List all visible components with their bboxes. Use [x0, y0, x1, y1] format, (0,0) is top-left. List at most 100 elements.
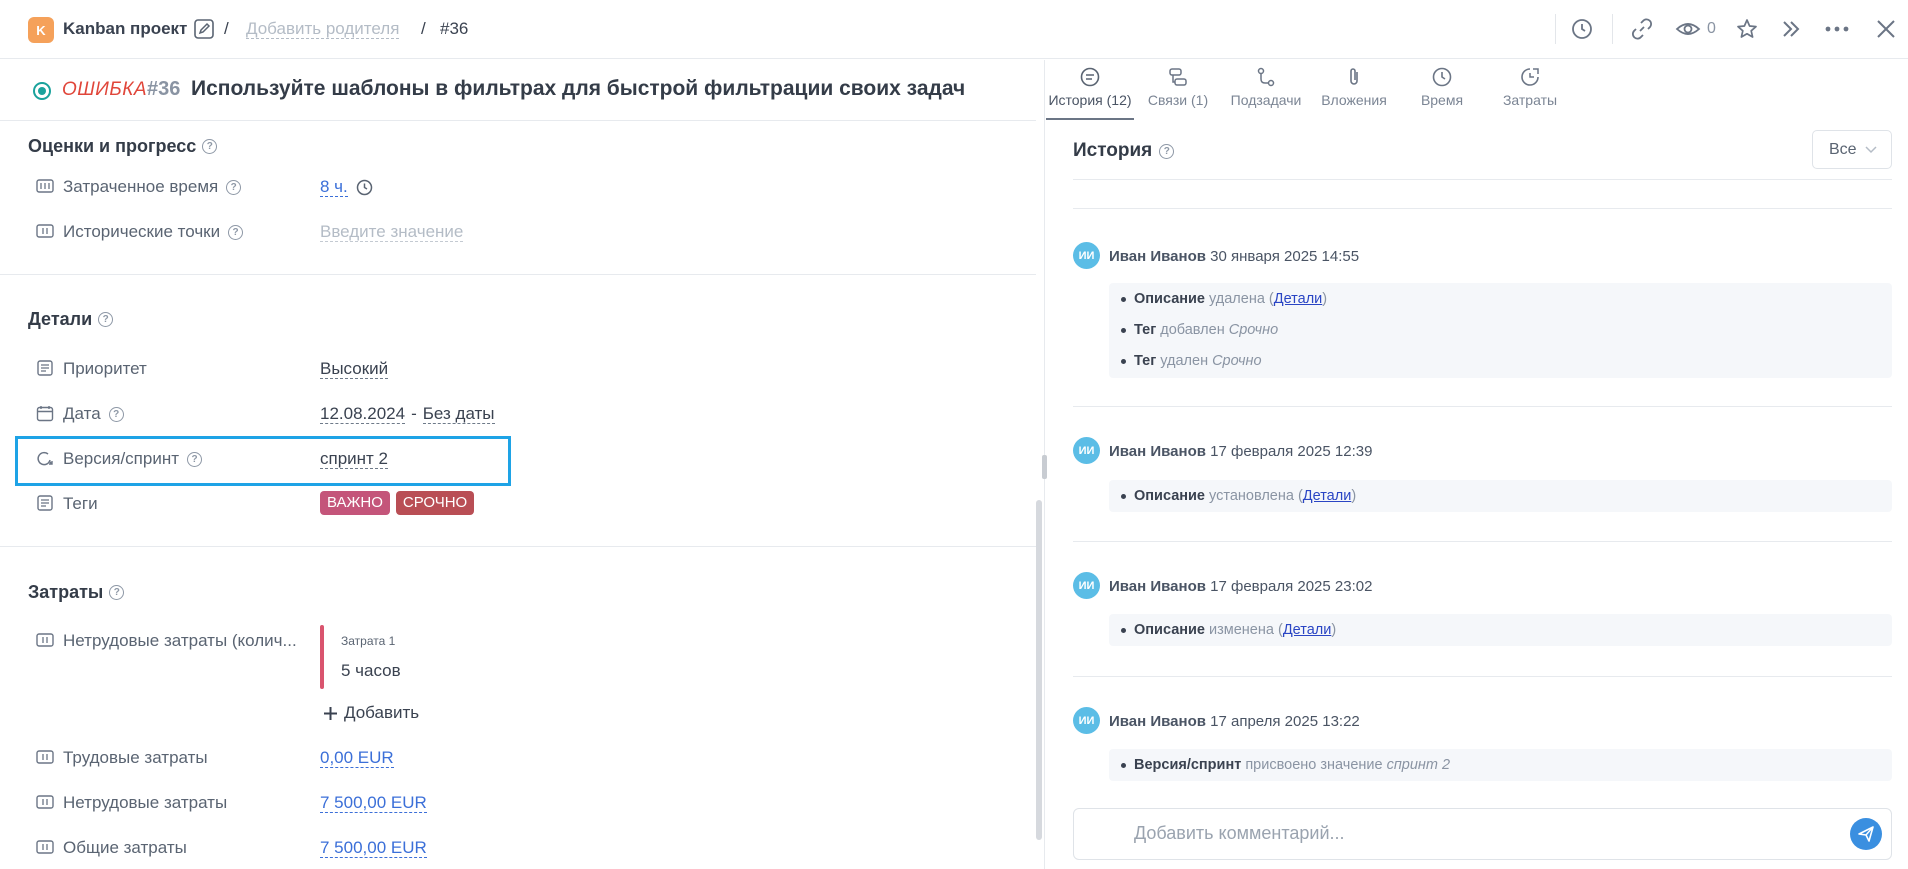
eye-icon[interactable]	[1675, 18, 1701, 40]
tab-links[interactable]: Связи (1)	[1134, 60, 1222, 120]
history-author[interactable]: Иван Иванов	[1109, 713, 1206, 730]
details-link[interactable]: Детали	[1274, 291, 1323, 307]
date-end[interactable]: Без даты	[422, 404, 495, 424]
send-comment-button[interactable]	[1850, 818, 1882, 850]
edit-icon[interactable]	[193, 18, 215, 40]
details-link[interactable]: Детали	[1283, 622, 1332, 638]
costs-icon	[1519, 66, 1541, 88]
avatar[interactable]: ИИ	[1073, 242, 1100, 269]
spent-time-value[interactable]: 8 ч.	[320, 177, 373, 197]
sprint-value[interactable]: спринт 2	[320, 449, 389, 469]
comment-placeholder[interactable]: Добавить комментарий...	[1134, 823, 1345, 844]
tab-attachments[interactable]: Вложения	[1310, 60, 1398, 120]
date-start[interactable]: 12.08.2024	[320, 404, 406, 424]
status-icon[interactable]	[32, 81, 52, 101]
number-field-icon	[36, 839, 54, 855]
pane-resize-handle[interactable]	[1042, 455, 1047, 479]
avatar[interactable]: ИИ	[1073, 707, 1100, 734]
tab-subtasks[interactable]: Подзадачи	[1222, 60, 1310, 120]
history-filter-select[interactable]: Все	[1812, 130, 1892, 169]
avatar[interactable]: ИИ	[1073, 572, 1100, 599]
history-author[interactable]: Иван Иванов	[1109, 443, 1206, 460]
close-icon[interactable]	[1874, 17, 1898, 41]
history-change-item: Версия/спринт присвоено значение спринт 2	[1121, 757, 1450, 773]
more-icon[interactable]	[1823, 17, 1851, 41]
help-icon[interactable]: ?	[98, 312, 114, 327]
history-clock-icon[interactable]	[1570, 17, 1594, 41]
issue-id: #36	[147, 78, 181, 100]
tag-chip[interactable]: СРОЧНО	[395, 491, 475, 515]
spent-time-link[interactable]: 8 ч.	[320, 177, 348, 197]
add-cost-label: Добавить	[344, 703, 420, 722]
breadcrumb-separator: /	[224, 19, 229, 38]
number-field-icon	[36, 178, 54, 194]
project-badge[interactable]: K	[28, 17, 54, 43]
costs-section-title-text: Затраты	[28, 582, 104, 602]
date-value[interactable]: 12.08.2024 - Без даты	[320, 404, 495, 424]
tab-history[interactable]: История (12)	[1046, 60, 1134, 120]
nonlabor-qty-label: Нетрудовые затраты (колич...	[63, 631, 297, 651]
links-icon	[1167, 66, 1189, 88]
total-cost-value-text[interactable]: 7 500,00 EUR	[320, 838, 427, 858]
send-icon	[1857, 825, 1875, 843]
help-icon[interactable]: ?	[1159, 143, 1175, 159]
tag-chip[interactable]: ВАЖНО	[320, 491, 390, 515]
clock-icon[interactable]	[356, 179, 373, 196]
paperclip-icon	[1343, 66, 1365, 88]
tags-label-text: Теги	[63, 494, 98, 513]
tab-time[interactable]: Время	[1398, 60, 1486, 120]
avatar[interactable]: ИИ	[1073, 437, 1100, 464]
history-date: 17 февраля 2025 23:02	[1210, 578, 1373, 595]
nonlabor-cost-value-text[interactable]: 7 500,00 EUR	[320, 793, 427, 813]
tab-subtasks-label: Подзадачи	[1230, 92, 1302, 108]
history-change-item: Описание удалена (Детали)	[1121, 291, 1327, 307]
details-link[interactable]: Детали	[1303, 488, 1352, 504]
history-divider	[1073, 208, 1892, 209]
issue-type-label[interactable]: ОШИБКА	[62, 79, 147, 101]
calendar-icon	[36, 405, 54, 422]
labor-cost-value[interactable]: 0,00 EUR	[320, 748, 394, 768]
double-chevron-right-icon[interactable]	[1779, 17, 1803, 41]
clock-icon	[1431, 66, 1453, 88]
copy-link-icon[interactable]	[1630, 17, 1654, 41]
add-cost-button[interactable]: Добавить	[323, 703, 419, 723]
left-pane-scrollbar[interactable]	[1036, 500, 1042, 840]
nonlabor-cost-value[interactable]: 7 500,00 EUR	[320, 793, 427, 813]
history-change-item: Тег удален Срочно	[1121, 353, 1262, 369]
historical-points-input[interactable]: Введите значение	[320, 222, 464, 242]
subtasks-icon	[1255, 66, 1277, 88]
cost-card-value[interactable]: 5 часов	[341, 661, 401, 681]
total-cost-value[interactable]: 7 500,00 EUR	[320, 838, 427, 858]
sprint-value-text[interactable]: спринт 2	[320, 449, 389, 469]
history-divider	[1073, 406, 1892, 407]
help-icon[interactable]: ?	[109, 585, 125, 600]
priority-value[interactable]: Высокий	[320, 359, 389, 379]
help-icon[interactable]: ?	[226, 179, 242, 195]
cost-card-name[interactable]: Затрата 1	[341, 634, 395, 648]
historical-points-label: Исторические точки ?	[63, 222, 244, 242]
issue-title[interactable]: Используйте шаблоны в фильтрах для быстр…	[191, 77, 965, 101]
history-divider	[1073, 179, 1892, 180]
estimates-section-title-text: Оценки и прогресс	[28, 136, 197, 156]
help-icon[interactable]: ?	[202, 139, 218, 154]
add-parent-link[interactable]: Добавить родителя	[246, 19, 400, 39]
historical-points-placeholder[interactable]: Введите значение	[320, 222, 464, 242]
tab-history-label: История (12)	[1048, 92, 1132, 108]
help-icon[interactable]: ?	[228, 224, 244, 240]
priority-label: Приоритет	[63, 359, 147, 379]
history-author[interactable]: Иван Иванов	[1109, 248, 1206, 265]
breadcrumb-issue-id: #36	[440, 19, 469, 38]
history-date: 17 февраля 2025 12:39	[1210, 443, 1373, 460]
priority-value-text[interactable]: Высокий	[320, 359, 389, 379]
history-author[interactable]: Иван Иванов	[1109, 578, 1206, 595]
cost-card-accent	[320, 625, 324, 689]
help-icon[interactable]: ?	[187, 451, 203, 467]
labor-cost-value-text[interactable]: 0,00 EUR	[320, 748, 394, 768]
star-icon[interactable]	[1735, 17, 1759, 41]
project-name-link[interactable]: Kanban проект	[63, 19, 187, 39]
tab-costs[interactable]: Затраты	[1486, 60, 1574, 120]
history-entry-header: Иван Иванов 17 февраля 2025 12:39	[1109, 443, 1372, 460]
tags-value[interactable]: ВАЖНО СРОЧНО	[320, 491, 480, 515]
history-change-item: Описание изменена (Детали)	[1121, 622, 1336, 638]
help-icon[interactable]: ?	[108, 406, 124, 422]
